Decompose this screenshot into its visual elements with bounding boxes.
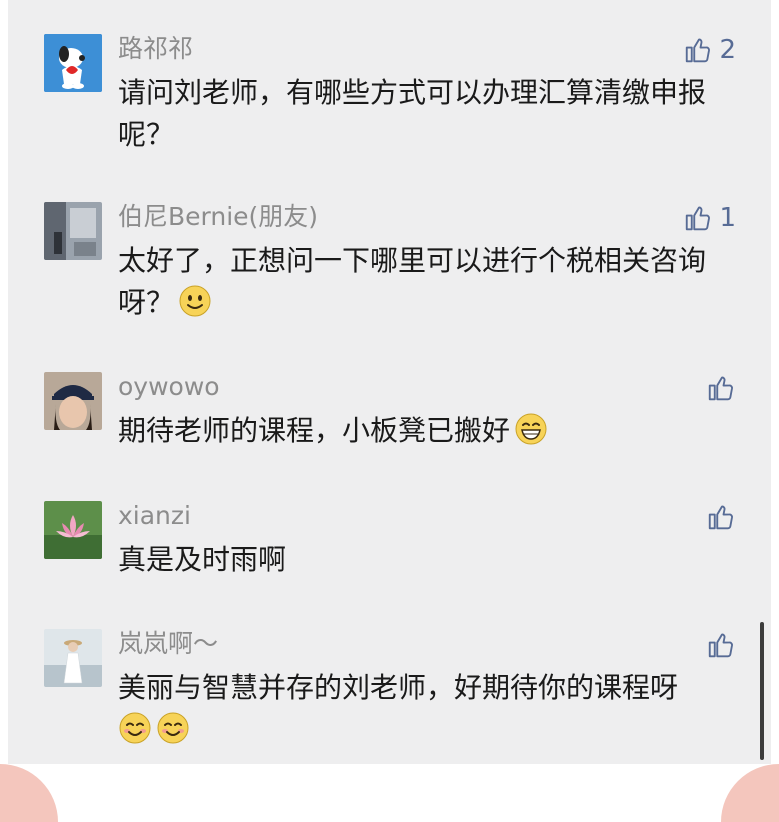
like-button[interactable] — [706, 372, 736, 404]
lotus-avatar-image — [44, 501, 102, 559]
comment-text: 期待老师的课程，小板凳已搬好 — [118, 410, 738, 452]
comment-text-content: 美丽与智慧并存的刘老师，好期待你的课程呀 — [118, 671, 679, 704]
like-button[interactable] — [706, 501, 736, 533]
thumbs-up-icon — [686, 206, 711, 231]
smile-emoji-icon — [179, 285, 211, 317]
like-button[interactable] — [706, 629, 736, 661]
lotus-avatar[interactable] — [44, 501, 102, 559]
comment-item: 伯尼Bernie(朋友) 1 太好了，正想问一下哪里可以进行个税相关咨询呀？ — [44, 202, 736, 322]
comment-nickname[interactable]: oywowo — [118, 372, 220, 402]
comment-nickname[interactable]: xianzi — [118, 501, 191, 531]
comment-text: 太好了，正想问一下哪里可以进行个税相关咨询呀？ — [118, 240, 738, 324]
room-photo-avatar[interactable] — [44, 202, 102, 260]
decorative-corner-left — [0, 764, 58, 822]
happy-emoji-icon — [157, 712, 189, 744]
thumbs-up-icon — [708, 633, 733, 658]
thumbs-up-icon — [708, 376, 733, 401]
comment-item: 岚岚啊～ 美丽与智慧并存的刘老师，好期待你的课程呀 — [44, 629, 736, 749]
like-count: 2 — [719, 35, 736, 65]
like-count: 1 — [719, 203, 736, 233]
comment-text: 请问刘老师，有哪些方式可以办理汇算清缴申报呢？ — [118, 72, 738, 156]
like-button[interactable]: 1 — [683, 202, 736, 234]
snoopy-avatar-image — [44, 34, 102, 92]
girl-cap-avatar[interactable] — [44, 372, 102, 430]
comment-item: 路祁祁 2 请问刘老师，有哪些方式可以办理汇算清缴申报呢？ — [44, 34, 736, 154]
decorative-corner-right — [721, 764, 779, 822]
like-button[interactable]: 2 — [683, 34, 736, 66]
comment-nickname[interactable]: 路祁祁 — [118, 34, 193, 64]
beach-girl-avatar-image — [44, 629, 102, 687]
comment-nickname[interactable]: 岚岚啊～ — [118, 629, 218, 659]
girl-cap-avatar-image — [44, 372, 102, 430]
comment-text: 美丽与智慧并存的刘老师，好期待你的课程呀 — [118, 667, 738, 751]
thumbs-up-icon — [686, 38, 711, 63]
comment-nickname[interactable]: 伯尼Bernie(朋友) — [118, 202, 318, 232]
comment-text-content: 真是及时雨啊 — [118, 543, 287, 576]
grin-emoji-icon — [515, 413, 547, 445]
comments-panel: 路祁祁 2 请问刘老师，有哪些方式可以办理汇算清缴申报呢？ 伯尼Bernie(朋… — [8, 0, 771, 764]
room-photo-avatar-image — [44, 202, 102, 260]
comment-text-content: 请问刘老师，有哪些方式可以办理汇算清缴申报呢？ — [118, 76, 707, 151]
comment-item: xianzi 真是及时雨啊 — [44, 501, 736, 591]
comment-item: oywowo 期待老师的课程，小板凳已搬好 — [44, 372, 736, 462]
beach-girl-avatar[interactable] — [44, 629, 102, 687]
snoopy-avatar[interactable] — [44, 34, 102, 92]
comment-text: 真是及时雨啊 — [118, 539, 738, 581]
scrollbar-thumb[interactable] — [760, 622, 764, 760]
thumbs-up-icon — [708, 505, 733, 530]
comment-text-content: 期待老师的课程，小板凳已搬好 — [118, 414, 511, 447]
happy-emoji-icon — [119, 712, 151, 744]
